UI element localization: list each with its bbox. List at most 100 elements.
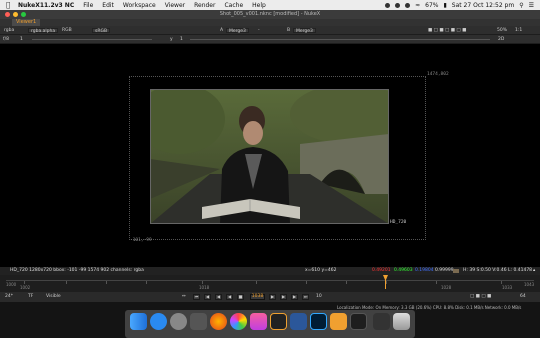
play-forward-button[interactable]: ▶: [269, 294, 276, 300]
menu-workspace[interactable]: Workspace: [123, 2, 156, 9]
timeline-end: 1043: [524, 282, 535, 287]
input-a-select[interactable]: Merge3: [226, 28, 249, 34]
status-icon[interactable]: [395, 2, 401, 8]
word-icon[interactable]: [290, 313, 307, 330]
menu-help[interactable]: Help: [252, 2, 266, 9]
tab-viewer1[interactable]: Viewer1: [12, 19, 41, 26]
input-a-label: A: [220, 28, 224, 33]
wipe-mode-select[interactable]: -: [258, 28, 260, 33]
first-frame-button[interactable]: ⏮: [193, 294, 200, 300]
end-frame-field[interactable]: 64: [520, 294, 526, 299]
app-menu[interactable]: NukeX11.2v3 NC: [18, 2, 74, 9]
prev-frame-button[interactable]: ◀: [215, 294, 222, 300]
window-title-bar: Shot_005_v001.nknc [modified] - NukeX: [0, 10, 540, 19]
format-label: HD_720: [390, 220, 407, 225]
photos-icon[interactable]: [230, 313, 247, 330]
image-border: [150, 89, 389, 224]
window-title: Shot_005_v001.nknc [modified] - NukeX: [219, 11, 321, 17]
tick-label: 1002: [20, 285, 31, 290]
zoom-select[interactable]: 50%: [497, 28, 507, 33]
close-window-button[interactable]: [5, 12, 10, 17]
green-value: 0.49603: [394, 268, 413, 273]
in-out-icon[interactable]: ↔: [182, 294, 186, 299]
system-prefs-icon[interactable]: [170, 313, 187, 330]
dock: [125, 310, 415, 338]
last-frame-button[interactable]: ⏭: [302, 294, 309, 300]
menu-bar:  NukeX11.2v3 NC File Edit Workspace Vie…: [0, 0, 540, 10]
playback-controls: 24* TF Visible ↔ ⏮ ◀ ◀ ◀ ■ 1038 ▶ ▶ ▶ ⏭ …: [0, 292, 540, 302]
colorspace-select[interactable]: sRGB: [92, 28, 111, 34]
fps-select[interactable]: 24*: [5, 294, 13, 299]
menu-edit[interactable]: Edit: [102, 2, 114, 9]
trash-icon[interactable]: [393, 313, 410, 330]
menu-viewer[interactable]: Viewer: [165, 2, 185, 9]
hsv-info: H: 39 S:0.50 V:0.46 L: 0.41478: [463, 268, 533, 273]
status-icon[interactable]: [405, 2, 411, 8]
clock[interactable]: Sat 27 Oct 12:52 pm: [452, 2, 514, 9]
blue-value: 0.19804: [415, 268, 434, 273]
bbox-top-right-label: 1474,802: [427, 72, 449, 77]
input-b-select[interactable]: Merge3: [293, 28, 316, 34]
gamma-slider[interactable]: [190, 39, 490, 40]
skip-frames-field[interactable]: 10: [316, 294, 322, 299]
photoshop-icon[interactable]: [310, 313, 327, 330]
prev-keyframe-button[interactable]: ◀: [204, 294, 211, 300]
finder-icon[interactable]: [130, 313, 147, 330]
stop-button[interactable]: ■: [237, 294, 244, 300]
wifi-icon[interactable]: ≈: [415, 2, 420, 9]
red-value: 0.49201: [372, 268, 391, 273]
status-icon[interactable]: [385, 2, 391, 8]
pixel-info-bar: HD_720 1280x720 bbox: -101 -99 1574 902 …: [0, 267, 540, 275]
tick-label: 1028: [441, 285, 452, 290]
nuke-icon[interactable]: [270, 313, 287, 330]
menu-file[interactable]: File: [83, 2, 93, 9]
gain-slider[interactable]: [32, 39, 152, 40]
battery-icon[interactable]: ▮: [443, 2, 446, 9]
ratio-select[interactable]: 1:1: [515, 28, 522, 33]
bottom-area: Localization Mode: On Memory: 3.3 GB (20…: [0, 302, 540, 338]
gamma-label: y: [170, 37, 173, 42]
zoom-window-button[interactable]: [21, 12, 26, 17]
app-icon[interactable]: [350, 313, 367, 330]
play-backward-button[interactable]: ◀: [226, 294, 233, 300]
nuke-x-icon[interactable]: [330, 313, 347, 330]
view-mode-select[interactable]: 2D: [498, 37, 504, 42]
viewer-toolbar-bottom: f/8 1 y 1 2D: [0, 35, 540, 44]
bbox-bottom-left-label: -101,-99: [130, 238, 152, 243]
gamma-value[interactable]: 1: [180, 37, 183, 42]
timeline-ruler[interactable]: 1002 1018 1028 1033: [6, 280, 534, 290]
tab-row: Viewer1: [0, 19, 540, 26]
frame-skip-label[interactable]: f/8: [3, 37, 9, 42]
viewer-toolbar-top: rgba rgba.alpha RGB sRGB A Merge3 - B Me…: [0, 26, 540, 35]
expand-icon[interactable]: ▴: [533, 267, 535, 275]
alpha-select[interactable]: rgba.alpha: [28, 28, 59, 34]
menu-cache[interactable]: Cache: [224, 2, 243, 9]
safari-icon[interactable]: [150, 313, 167, 330]
timeline[interactable]: 1000 1002 1018 1028 1033 1043: [0, 275, 540, 292]
tf-select[interactable]: TF: [28, 294, 33, 299]
itunes-icon[interactable]: [250, 313, 267, 330]
visible-range-select[interactable]: Visible: [46, 294, 61, 299]
toolbar-icons[interactable]: ■ □ ■ □ ■ □ ■: [428, 28, 466, 33]
launchpad-icon[interactable]: [190, 313, 207, 330]
playback-option-icons[interactable]: □ ■ □ ■: [470, 294, 491, 299]
firefox-icon[interactable]: [210, 313, 227, 330]
gain-value[interactable]: 1: [20, 37, 23, 42]
current-frame-field[interactable]: 1038: [250, 294, 265, 300]
viewer-canvas[interactable]: 1474,802 -101,-99 HD_720: [0, 45, 540, 267]
playhead-line: [385, 279, 386, 289]
search-icon[interactable]: ⚲: [519, 2, 523, 9]
channels-select[interactable]: rgba: [4, 28, 14, 33]
alpha-value: 0.99999: [435, 268, 454, 273]
display-channel-select[interactable]: RGB: [62, 28, 72, 33]
tick-label: 1018: [199, 285, 210, 290]
menu-render[interactable]: Render: [194, 2, 215, 9]
apple-icon[interactable]: : [6, 1, 14, 9]
menu-list-icon[interactable]: ☰: [529, 2, 534, 9]
next-frame-button[interactable]: ▶: [280, 294, 287, 300]
movie-icon[interactable]: [373, 313, 390, 330]
battery-label[interactable]: 67%: [425, 2, 438, 9]
image-info: HD_720 1280x720 bbox: -101 -99 1574 902 …: [10, 268, 144, 273]
minimize-window-button[interactable]: [13, 12, 18, 17]
next-keyframe-button[interactable]: ▶: [291, 294, 298, 300]
